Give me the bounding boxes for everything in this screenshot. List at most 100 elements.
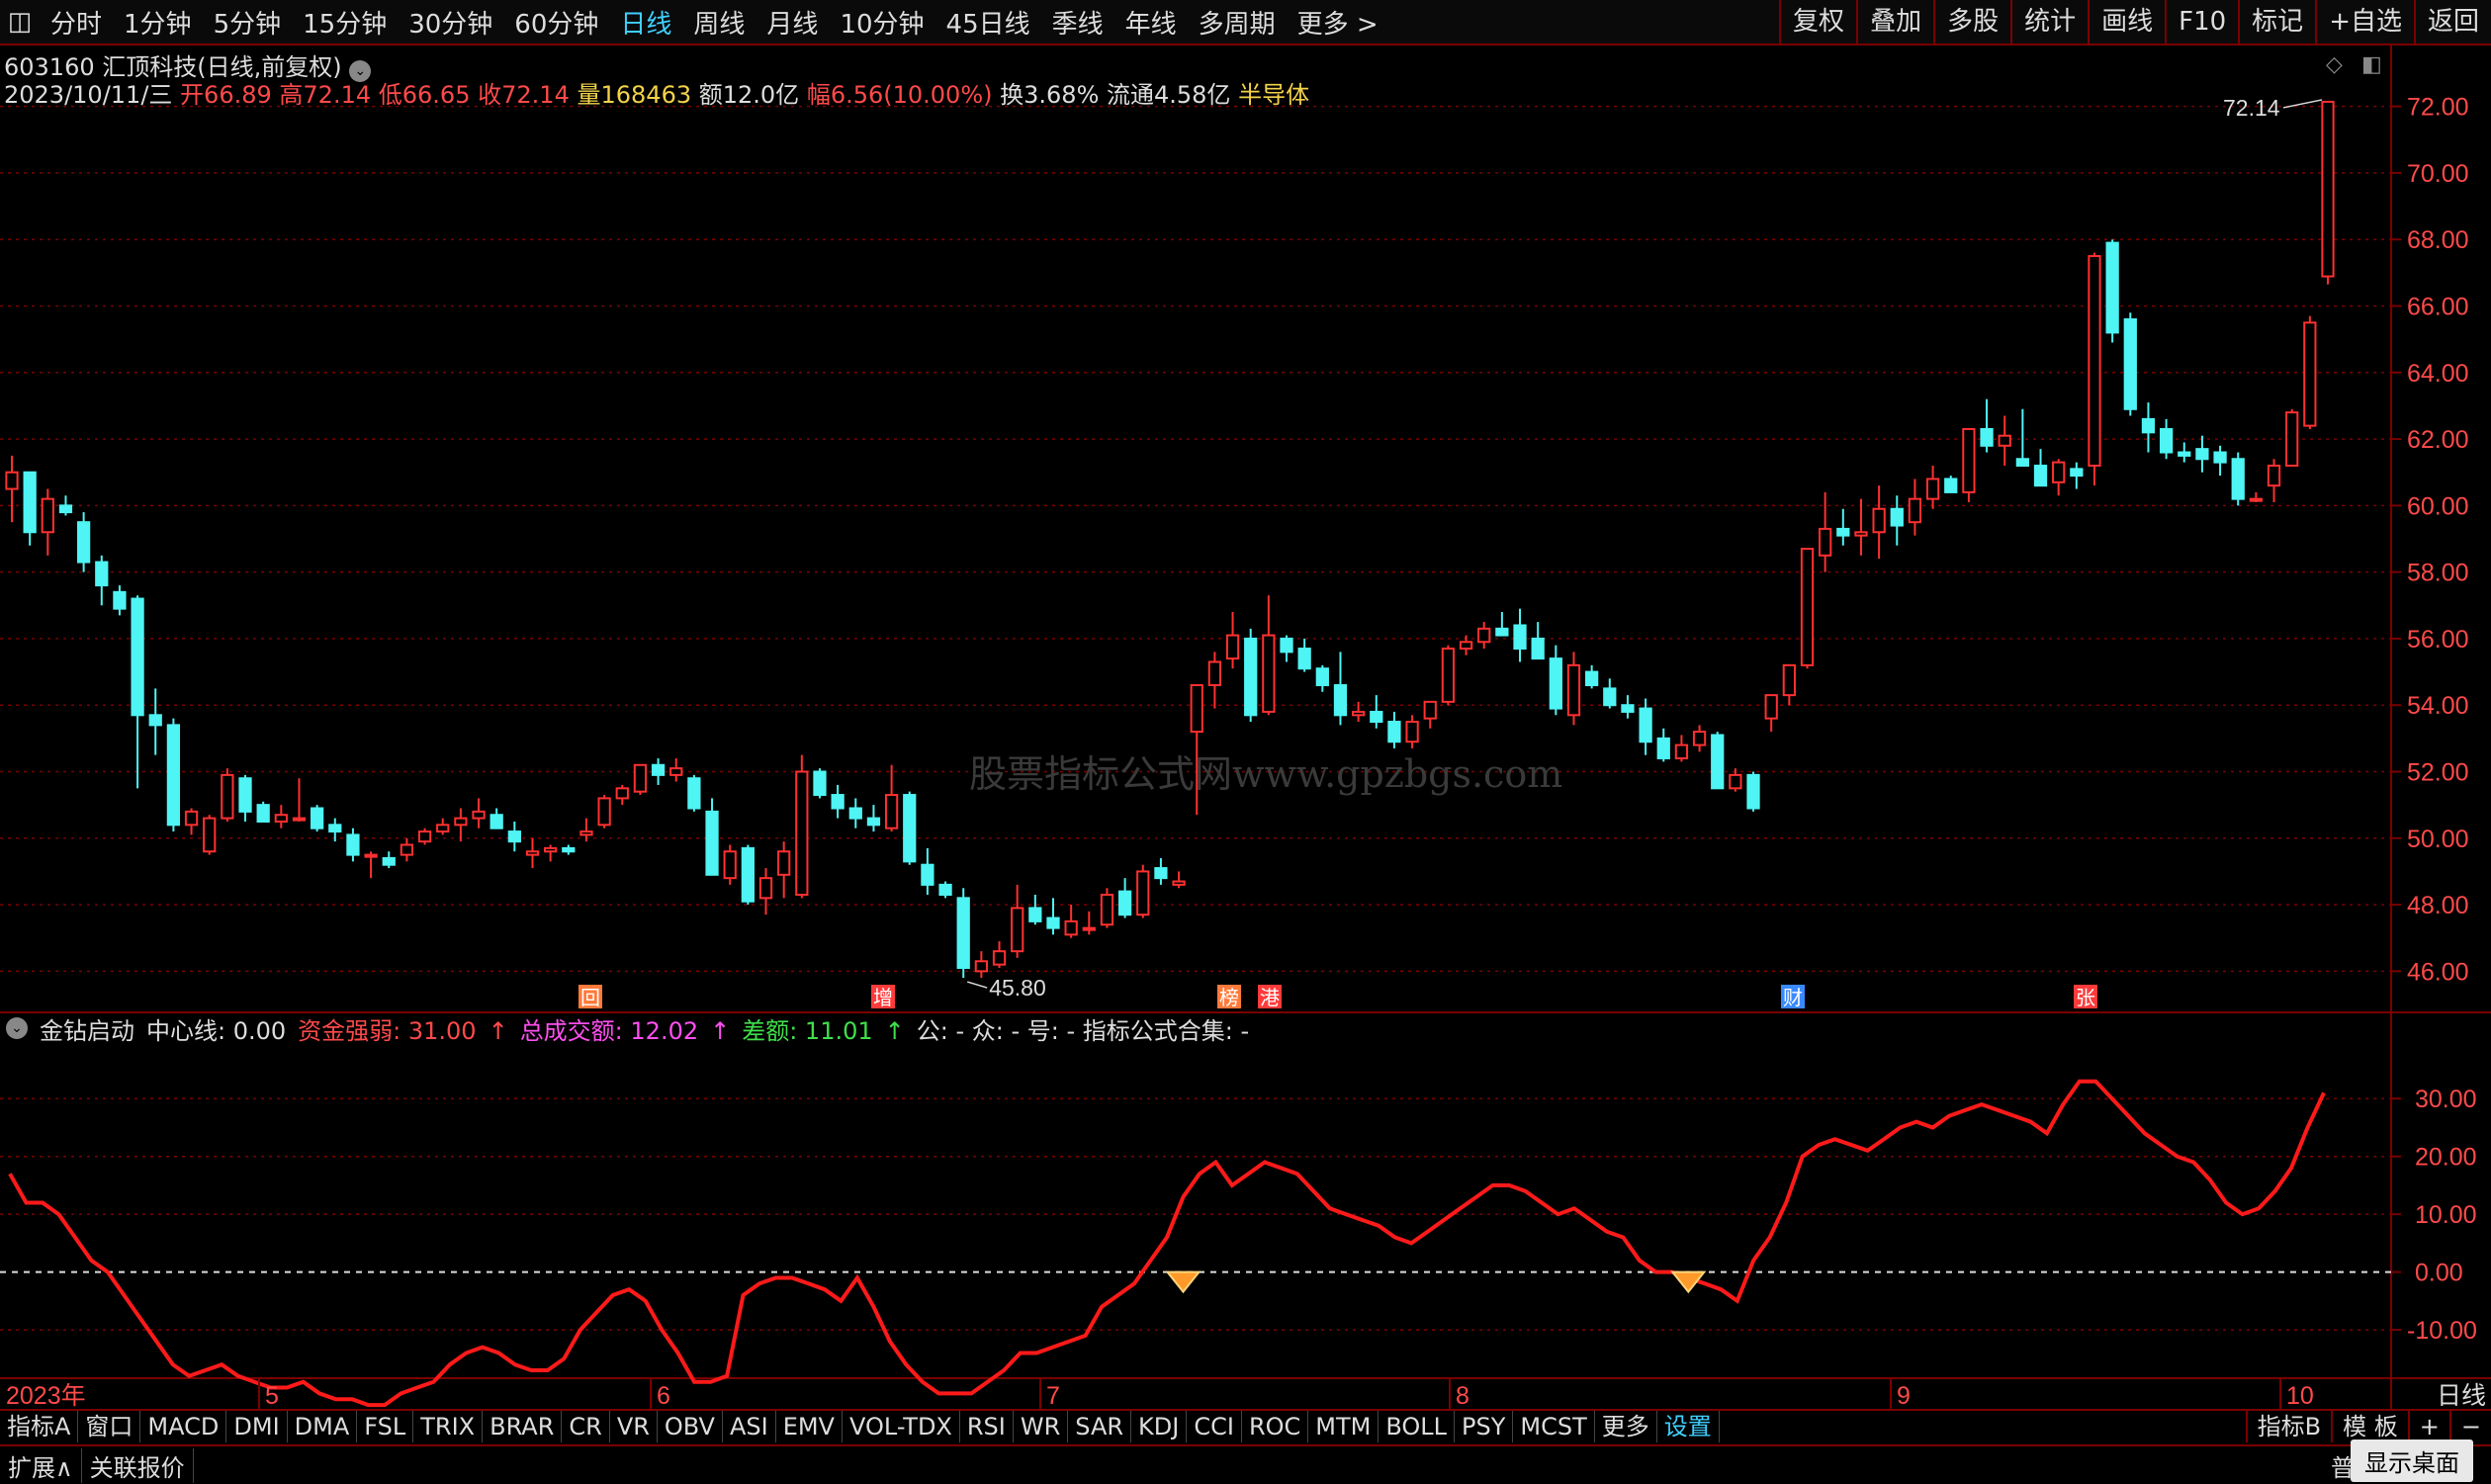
candle xyxy=(400,843,414,856)
candle xyxy=(1028,907,1042,922)
status-bar: 扩展∧ 关联报价 普 显示桌面 xyxy=(0,1440,2491,1484)
price-tick-label: 48.00 xyxy=(2407,892,2469,919)
indicator-tab-6[interactable]: TRIX xyxy=(413,1411,484,1442)
expand-button[interactable]: 扩展∧ xyxy=(0,1447,82,1483)
indicator-tab-3[interactable]: DMI xyxy=(226,1411,288,1442)
period-tab-0[interactable]: 分时 xyxy=(40,4,113,41)
candle xyxy=(2015,458,2029,467)
indicator-name[interactable]: 金钻启动 xyxy=(40,1011,134,1046)
bottom-right-button-0[interactable]: 指标B xyxy=(2245,1411,2331,1442)
candle xyxy=(507,830,521,843)
period-tab-1[interactable]: 1分钟 xyxy=(113,4,203,41)
indicator-tab-7[interactable]: BRAR xyxy=(483,1411,563,1442)
month-label: 6 xyxy=(657,1382,670,1410)
window-menu-icon[interactable]: ◫ xyxy=(0,7,40,37)
toolbar-button-6[interactable]: 标记 xyxy=(2238,0,2315,44)
indicator-tab-10[interactable]: OBV xyxy=(658,1411,723,1442)
candle xyxy=(328,824,342,833)
candle xyxy=(417,830,432,843)
candle xyxy=(795,770,809,896)
month-label: 2023年 xyxy=(6,1382,86,1410)
candle xyxy=(95,561,109,587)
bottom-right-button-1[interactable]: 模 板 xyxy=(2331,1411,2408,1442)
candle xyxy=(758,877,773,900)
indicator-tab-2[interactable]: MACD xyxy=(140,1411,227,1442)
candle xyxy=(669,767,683,776)
candle xyxy=(525,850,540,856)
period-tab-12[interactable]: 年线 xyxy=(1114,4,1188,41)
indicator-tab-18[interactable]: CCI xyxy=(1187,1411,1242,1442)
indicator-tab-19[interactable]: ROC xyxy=(1242,1411,1309,1442)
toolbar-button-0[interactable]: 复权 xyxy=(1779,0,1856,44)
candle xyxy=(76,521,91,564)
period-tab-4[interactable]: 30分钟 xyxy=(398,4,503,41)
toolbar-button-2[interactable]: 多股 xyxy=(1933,0,2010,44)
indicator-tab-17[interactable]: KDJ xyxy=(1131,1411,1188,1442)
indicator-tab-23[interactable]: MCST xyxy=(1513,1411,1595,1442)
indicator-tab-1[interactable]: 窗口 xyxy=(78,1411,141,1442)
indicator-tab-13[interactable]: VOL-TDX xyxy=(843,1411,960,1442)
toolbar-button-1[interactable]: 叠加 xyxy=(1856,0,1933,44)
indicator-tab-24[interactable]: 更多 xyxy=(1595,1411,1657,1442)
indicator-tab-9[interactable]: VR xyxy=(610,1411,658,1442)
candle xyxy=(1172,880,1186,886)
candle xyxy=(1603,687,1617,707)
toolbar-button-7[interactable]: +自选 xyxy=(2315,0,2414,44)
indicator-tab-25[interactable]: 设置 xyxy=(1657,1411,1720,1442)
chart-area[interactable]: 72.0070.0068.0066.0064.0062.0060.0058.00… xyxy=(0,45,2491,1410)
indicator-tab-21[interactable]: BOLL xyxy=(1379,1411,1456,1442)
candle xyxy=(5,471,19,490)
indicator-tab-20[interactable]: MTM xyxy=(1308,1411,1379,1442)
indicator-tab-12[interactable]: EMV xyxy=(776,1411,843,1442)
candle xyxy=(1639,707,1652,743)
indicator-tick-label: -10.00 xyxy=(2407,1317,2477,1345)
indicator-tab-16[interactable]: SAR xyxy=(1068,1411,1132,1442)
related-quote-button[interactable]: 关联报价 xyxy=(82,1447,194,1483)
indicator-tab-22[interactable]: PSY xyxy=(1455,1411,1514,1442)
indicator-tick-label: 0.00 xyxy=(2415,1260,2463,1287)
indicator-tab-8[interactable]: CR xyxy=(562,1411,610,1442)
show-desktop-button[interactable]: 显示桌面 xyxy=(2351,1440,2473,1482)
candle xyxy=(956,897,970,969)
toolbar-button-4[interactable]: 画线 xyxy=(2088,0,2165,44)
period-tab-6[interactable]: 日线 xyxy=(609,4,682,41)
candle xyxy=(382,856,396,866)
price-tick-label: 66.00 xyxy=(2407,294,2469,321)
period-tab-10[interactable]: 45日线 xyxy=(935,4,1041,41)
candle xyxy=(1980,427,1994,447)
candle xyxy=(1190,684,1203,734)
total-turnover-label: 总成交额: 12.02 ↑ xyxy=(519,1016,731,1045)
candle xyxy=(1585,670,1599,687)
indicator-tab-14[interactable]: RSI xyxy=(960,1411,1014,1442)
period-tab-5[interactable]: 60分钟 xyxy=(503,4,609,41)
indicator-tab-4[interactable]: DMA xyxy=(288,1411,358,1442)
toolbar-button-3[interactable]: 统计 xyxy=(2010,0,2088,44)
toolbar-button-8[interactable]: 返回 xyxy=(2413,0,2491,44)
candle xyxy=(866,817,881,827)
candle xyxy=(1495,627,1509,637)
top-right-buttons: 复权 叠加 多股 统计 画线 F10 标记 +自选 返回 xyxy=(1779,0,2491,44)
indicator-tab-0[interactable]: 指标A xyxy=(0,1411,79,1442)
indicator-tab-11[interactable]: ASI xyxy=(723,1411,776,1442)
bottom-right-button-2[interactable]: + xyxy=(2407,1411,2449,1442)
toolbar-button-5[interactable]: F10 xyxy=(2165,0,2238,44)
candle xyxy=(1872,507,1886,534)
candle xyxy=(562,846,576,853)
bottom-right-button-3[interactable]: − xyxy=(2448,1411,2491,1442)
period-tab-7[interactable]: 周线 xyxy=(682,4,756,41)
period-tab-3[interactable]: 15分钟 xyxy=(292,4,398,41)
price-tick-label: 62.00 xyxy=(2407,426,2469,454)
period-tab-11[interactable]: 季线 xyxy=(1041,4,1114,41)
period-tab-13[interactable]: 多周期 xyxy=(1188,4,1287,41)
indicator-tab-15[interactable]: WR xyxy=(1014,1411,1069,1442)
candle xyxy=(1531,637,1545,660)
indicator-tab-5[interactable]: FSL xyxy=(357,1411,414,1442)
event-marker: 榜 xyxy=(1219,986,1239,1009)
collapse-icon[interactable]: ⌄ xyxy=(6,1017,28,1039)
period-tab-8[interactable]: 月线 xyxy=(756,4,829,41)
period-tab-9[interactable]: 10分钟 xyxy=(829,4,934,41)
candle xyxy=(113,590,127,610)
candle xyxy=(884,794,899,829)
period-tab-14[interactable]: 更多 > xyxy=(1287,4,1389,41)
period-tab-2[interactable]: 5分钟 xyxy=(203,4,293,41)
